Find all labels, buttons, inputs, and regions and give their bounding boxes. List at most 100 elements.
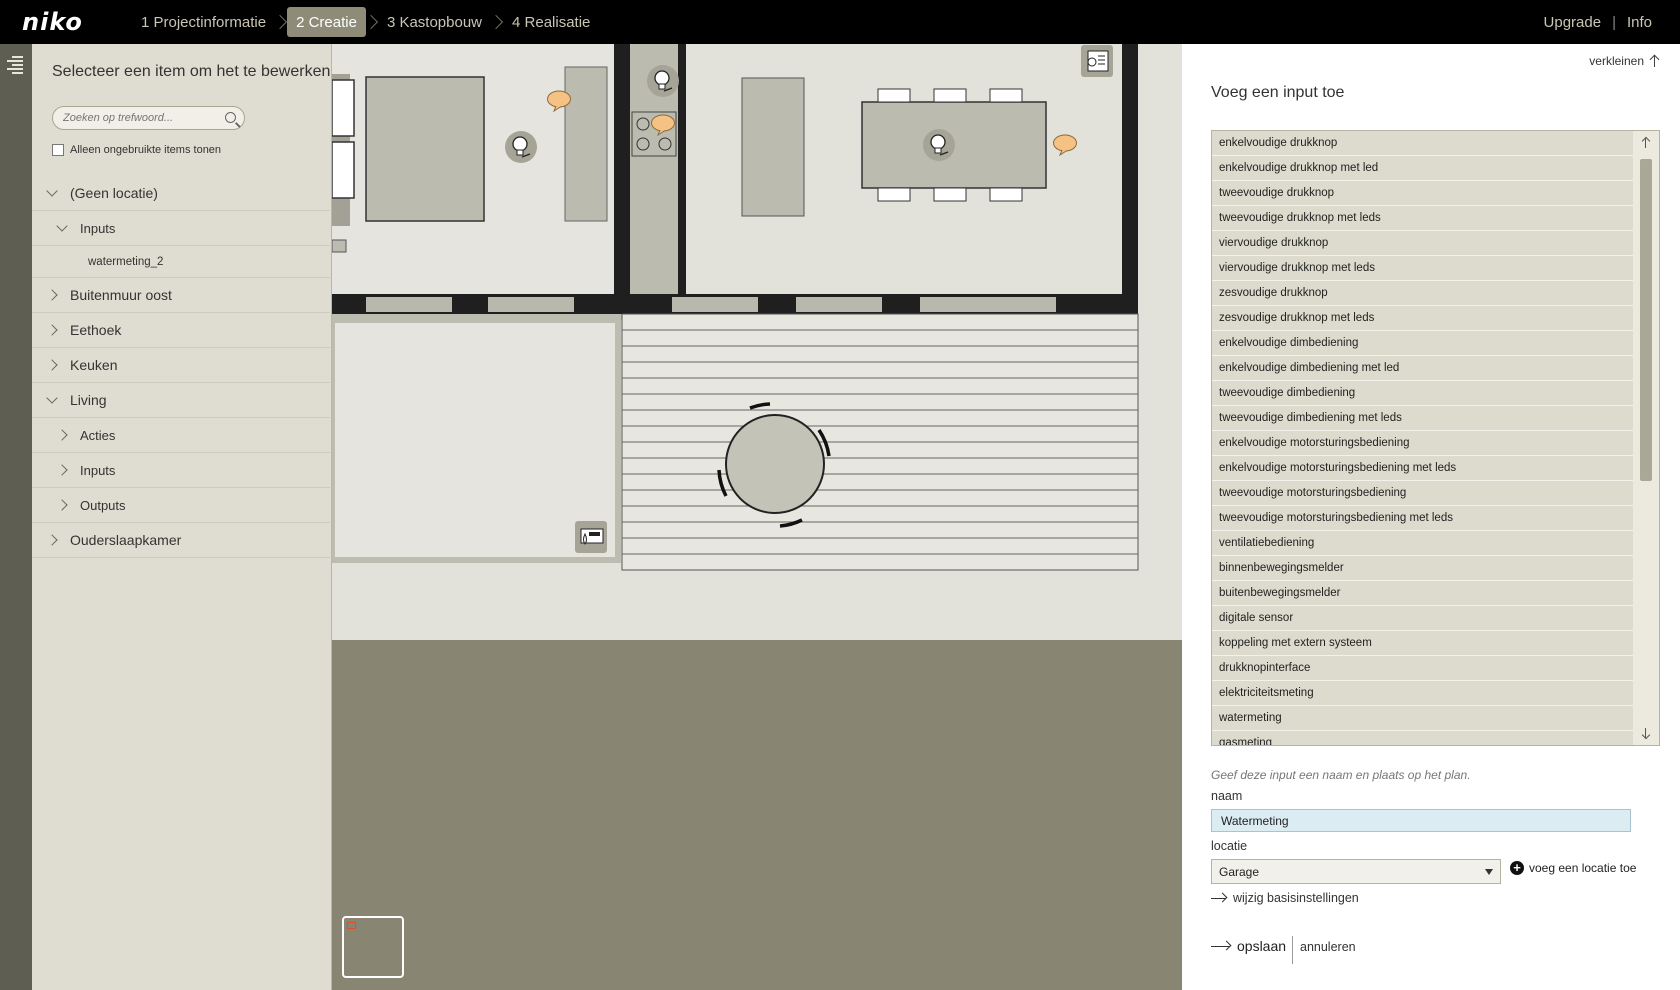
arrow-up-icon [1650, 55, 1660, 67]
tree-item[interactable]: Outputs [32, 488, 330, 523]
list-item[interactable]: tweevoudige motorsturingsbediening [1212, 481, 1633, 506]
arrow-up-icon[interactable] [1641, 137, 1651, 149]
mini-map-marker [347, 922, 356, 929]
comment-bubble-icon[interactable] [1052, 134, 1078, 156]
list-item[interactable]: zesvoudige drukknop met leds [1212, 306, 1633, 331]
search-box [52, 106, 245, 130]
list-item[interactable]: enkelvoudige drukknop [1212, 131, 1633, 156]
list-item[interactable]: tweevoudige drukknop met leds [1212, 206, 1633, 231]
item-panel: Selecteer een item om het te bewerken Al… [32, 44, 332, 990]
tree-item[interactable]: Ouderslaapkamer [32, 523, 330, 558]
step-creatie[interactable]: 2 Creatie [287, 7, 366, 37]
cancel-button[interactable]: annuleren [1300, 940, 1356, 954]
arrow-right-icon [1211, 893, 1227, 903]
list-item[interactable]: ventilatiebediening [1212, 531, 1633, 556]
list-item[interactable]: watermeting [1212, 706, 1633, 731]
step-realisatie[interactable]: 4 Realisatie [503, 7, 599, 37]
button-divider [1292, 936, 1293, 964]
arrow-down-icon[interactable] [1641, 727, 1651, 739]
tree-item-label: Acties [80, 427, 116, 443]
bulb-icon[interactable] [922, 128, 956, 162]
side-strip [0, 44, 32, 990]
naam-label: naam [1211, 789, 1243, 803]
list-item[interactable]: koppeling met extern systeem [1212, 631, 1633, 656]
list-item[interactable]: viervoudige drukknop met leds [1212, 256, 1633, 281]
tree-item[interactable]: Inputs [32, 211, 330, 246]
list-item[interactable]: buitenbewegingsmelder [1212, 581, 1633, 606]
list-item[interactable]: enkelvoudige dimbediening met led [1212, 356, 1633, 381]
upgrade-link[interactable]: Upgrade [1544, 14, 1602, 31]
niko-logo[interactable]: niko [22, 8, 132, 36]
tree-item-label: watermeting_2 [88, 255, 164, 268]
list-item[interactable]: tweevoudige drukknop [1212, 181, 1633, 206]
scrollbar[interactable] [1633, 131, 1659, 745]
water-meter-icon[interactable] [574, 520, 608, 554]
search-input[interactable] [53, 107, 218, 129]
list-item[interactable]: tweevoudige dimbediening met leds [1212, 406, 1633, 431]
add-location-button[interactable]: + voeg een locatie toe [1510, 861, 1636, 875]
list-item[interactable]: enkelvoudige dimbediening [1212, 331, 1633, 356]
chevron-right-icon[interactable] [56, 429, 68, 441]
chevron-down-icon[interactable] [56, 220, 68, 232]
tree-item[interactable]: (Geen locatie) [32, 176, 330, 211]
list-item[interactable]: enkelvoudige motorsturingsbediening [1212, 431, 1633, 456]
list-item[interactable]: elektriciteitsmeting [1212, 681, 1633, 706]
menu-icon[interactable] [7, 56, 23, 74]
bulb-icon[interactable] [646, 64, 680, 98]
list-item[interactable]: drukknopinterface [1212, 656, 1633, 681]
list-item[interactable]: gasmeting [1212, 731, 1633, 745]
info-link[interactable]: Info [1627, 14, 1652, 31]
list-item[interactable]: viervoudige drukknop [1212, 231, 1633, 256]
save-button[interactable]: opslaan [1211, 938, 1286, 954]
chevron-right-icon [488, 14, 504, 30]
tree-item[interactable]: Inputs [32, 453, 330, 488]
chevron-right-icon[interactable] [56, 464, 68, 476]
list-item[interactable]: digitale sensor [1212, 606, 1633, 631]
search-icon[interactable] [225, 112, 236, 123]
caret-down-icon [1485, 869, 1493, 875]
chevron-right-icon[interactable] [46, 359, 58, 371]
scroll-thumb[interactable] [1640, 159, 1652, 481]
naam-input[interactable] [1211, 809, 1631, 832]
step-projectinformatie[interactable]: 1 Projectinformatie [132, 7, 275, 37]
chevron-down-icon[interactable] [46, 392, 58, 404]
floor-plan[interactable] [332, 44, 1182, 990]
unused-items-toggle[interactable]: Alleen ongebruikte items tonen [52, 144, 221, 156]
bulb-icon[interactable] [504, 130, 538, 164]
chevron-right-icon[interactable] [56, 499, 68, 511]
list-item[interactable]: tweevoudige motorsturingsbediening met l… [1212, 506, 1633, 531]
separator: | [1612, 13, 1616, 31]
tree-item[interactable]: Eethoek [32, 313, 330, 348]
input-type-items: enkelvoudige drukknop enkelvoudige drukkn… [1212, 131, 1659, 745]
chevron-right-icon[interactable] [46, 289, 58, 301]
list-item[interactable]: binnenbewegingsmelder [1212, 556, 1633, 581]
tree-item-label: Inputs [80, 220, 116, 236]
tree-item[interactable]: watermeting_2 [32, 246, 330, 278]
list-item[interactable]: enkelvoudige motorsturingsbediening met … [1212, 456, 1633, 481]
list-item[interactable]: enkelvoudige drukknop met led [1212, 156, 1633, 181]
comment-bubble-icon[interactable] [546, 90, 572, 112]
unused-label: Alleen ongebruikte items tonen [70, 144, 222, 156]
locatie-value: Garage [1219, 864, 1260, 879]
tree-item-label: Ouderslaapkamer [70, 532, 182, 548]
save-label: opslaan [1237, 938, 1287, 954]
chevron-right-icon[interactable] [46, 534, 58, 546]
chevron-right-icon[interactable] [46, 324, 58, 336]
basic-settings-link[interactable]: wijzig basisinstellingen [1211, 891, 1359, 905]
list-item[interactable]: tweevoudige dimbediening [1212, 381, 1633, 406]
tree-item[interactable]: Acties [32, 418, 330, 453]
step-kastopbouw[interactable]: 3 Kastopbouw [378, 7, 491, 37]
tree-item-label: Inputs [80, 462, 116, 478]
unused-checkbox[interactable] [52, 144, 64, 156]
comment-bubble-icon[interactable] [650, 114, 676, 136]
tree-item[interactable]: Buitenmuur oost [32, 278, 330, 313]
locatie-select[interactable]: Garage [1211, 859, 1501, 884]
tree-item[interactable]: Keuken [32, 348, 330, 383]
list-item[interactable]: zesvoudige drukknop [1212, 281, 1633, 306]
legend-icon[interactable] [1080, 44, 1114, 78]
panel-title: Voeg een input toe [1211, 84, 1345, 101]
mini-map[interactable] [342, 916, 404, 978]
tree-item[interactable]: Living [32, 383, 330, 418]
collapse-button[interactable]: verkleinen [1589, 54, 1660, 68]
chevron-down-icon[interactable] [46, 185, 58, 197]
